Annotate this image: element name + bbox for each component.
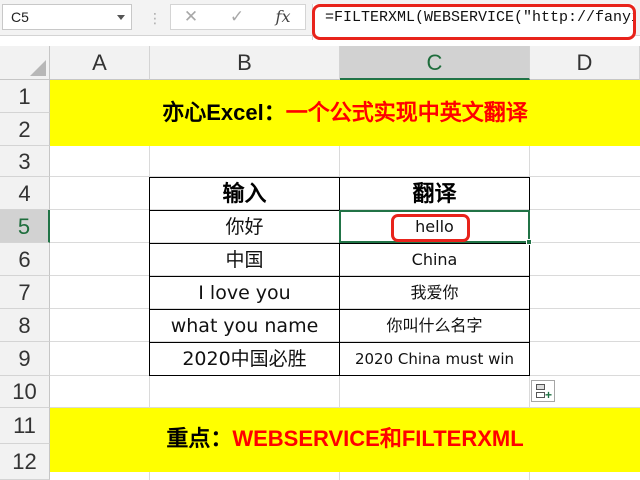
row-header-7[interactable]: 7 [0,276,50,309]
row-header-3[interactable]: 3 [0,146,50,177]
row-header-2[interactable]: 2 [0,113,50,146]
select-all-button[interactable] [0,46,50,80]
quick-analysis-icon[interactable]: + [531,380,555,402]
input-cell[interactable]: 中国 [150,244,340,277]
translation-table: 输入 翻译 你好 hello 中国 China I love you 我爱你 w… [149,177,530,376]
footer-highlight: WEBSERVICE和FILTERXML [232,426,524,451]
enter-icon[interactable]: ✓ [223,5,251,29]
formula-buttons: ✕ ✓ fx [170,4,306,30]
cancel-icon[interactable]: ✕ [177,5,205,29]
row-header-9[interactable]: 9 [0,342,50,376]
row-header-6[interactable]: 6 [0,243,50,276]
plus-icon: + [544,388,552,402]
header-translation[interactable]: 翻译 [340,178,529,211]
translation-cell[interactable]: 你叫什么名字 [340,310,529,343]
row-header-5[interactable]: 5 [0,210,50,243]
translation-cell[interactable]: China [340,244,529,277]
fill-handle[interactable] [526,239,532,245]
column-header-d[interactable]: D [530,46,640,80]
column-header-b[interactable]: B [150,46,340,80]
name-box[interactable]: C5 [2,4,132,30]
title-highlight: 一个公式实现中英文翻译 [285,100,528,125]
column-header-c[interactable]: C [340,46,530,80]
translation-cell[interactable]: 2020 China must win [340,343,529,375]
row-header-12[interactable]: 12 [0,444,50,480]
input-cell[interactable]: 你好 [150,211,340,244]
title-prefix: 亦心Excel： [162,100,286,125]
footer-banner[interactable]: 重点：WEBSERVICE和FILTERXML [50,408,640,472]
name-box-value: C5 [11,9,29,25]
chevron-down-icon[interactable] [117,15,125,20]
input-cell[interactable]: 2020中国必胜 [150,343,340,375]
row-header-8[interactable]: 8 [0,309,50,342]
title-banner[interactable]: 亦心Excel：一个公式实现中英文翻译 [50,80,640,146]
grid-icon [536,384,545,390]
row-header-10[interactable]: 10 [0,376,50,408]
row-header-1[interactable]: 1 [0,80,50,113]
translation-cell[interactable]: 我爱你 [340,277,529,310]
grid-icon [536,392,545,398]
formula-bar: C5 ⋮ ✕ ✓ fx =FILTERXML(WEBSERVICE("http:… [0,0,640,40]
column-header-a[interactable]: A [50,46,150,80]
select-all-icon [30,60,46,76]
input-cell[interactable]: I love you [150,277,340,310]
formula-highlight-box [312,4,636,40]
insert-function-button[interactable]: fx [269,5,297,29]
drag-handle-icon[interactable]: ⋮ [148,8,162,28]
input-cell[interactable]: what you name [150,310,340,343]
footer-prefix: 重点： [166,426,233,451]
header-input[interactable]: 输入 [150,178,340,211]
row-header-4[interactable]: 4 [0,177,50,210]
result-highlight-box [391,214,470,242]
row-header-11[interactable]: 11 [0,408,50,444]
